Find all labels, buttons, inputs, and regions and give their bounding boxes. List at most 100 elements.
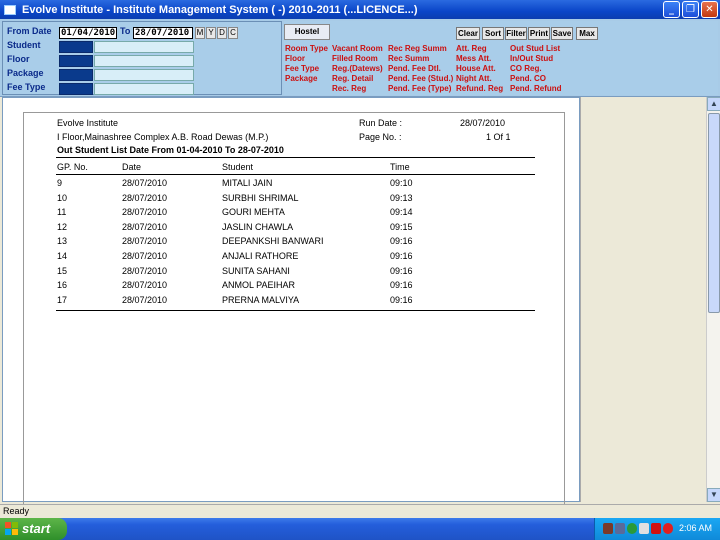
window-titlebar[interactable]: Evolve Institute - Institute Management … [0,0,720,19]
time-cell: 09:16 [390,265,413,276]
monitor-icon[interactable] [615,523,625,534]
package-name-field[interactable] [94,69,194,81]
menu-mess-att[interactable]: Mess Att. [456,54,503,64]
scroll-up-arrow-icon[interactable]: ▲ [707,97,720,111]
network-icon[interactable] [603,523,613,534]
max-button[interactable]: Max [576,27,598,40]
menu-pend-fee-type[interactable]: Pend. Fee (Type) [388,84,453,94]
clear-button[interactable]: Clear [456,27,480,40]
month-button[interactable]: M [195,27,205,39]
menu-vacant-room[interactable]: Vacant Room [332,44,383,54]
date-cell: 28/07/2010 [122,251,168,261]
menu-out-stud-list[interactable]: Out Stud List [510,44,562,54]
date-cell: 28/07/2010 [122,236,168,247]
from-date-field[interactable]: 01/04/2010 [59,27,117,39]
menu-rec-reg-summ[interactable]: Rec Reg Summ [388,44,453,54]
gp-no-cell: 15 [57,265,68,276]
menu-column-1: Room Type Floor Fee Type Package [285,44,328,84]
gp-no-cell: 10 [57,192,68,203]
col-student: Student [222,162,254,172]
date-cell: 28/07/2010 [122,265,168,276]
restore-button[interactable]: ❐ [682,1,699,18]
menu-att-reg[interactable]: Att. Reg [456,44,503,54]
antivirus-icon[interactable] [651,523,661,534]
scroll-down-arrow-icon[interactable]: ▼ [707,488,720,502]
filter-button[interactable]: Filter [505,27,527,40]
app-icon [4,4,16,15]
close-button[interactable]: ✕ [701,1,718,18]
student-cell: SURBHI SHRIMAL [222,192,299,203]
tray-app-icon[interactable] [639,523,649,534]
student-code-field[interactable] [59,41,93,53]
day-button[interactable]: D [217,27,227,39]
menu-pend-co[interactable]: Pend. CO [510,74,562,84]
menu-house-att[interactable]: House Att. [456,64,503,74]
floor-code-field[interactable] [59,55,93,67]
custom-button[interactable]: C [228,27,238,39]
time-cell: 09:16 [390,280,413,291]
institute-name: Evolve Institute [57,118,119,128]
menu-reg-detail[interactable]: Reg. Detail [332,74,383,84]
page-no-label: Page No. : [359,132,402,142]
student-cell: ANMOL PAEIHAR [222,280,296,291]
menu-refund-reg[interactable]: Refund. Reg [456,84,503,94]
to-date-field[interactable]: 28/07/2010 [133,27,193,39]
year-button[interactable]: Y [206,27,216,39]
minimize-button[interactable]: _ [663,1,680,18]
menu-filled-room[interactable]: Filled Room [332,54,383,64]
from-date-label: From Date [7,26,52,36]
table-row: 10 28/07/2010 SURBHI SHRIMAL 09:13 [57,193,517,207]
date-cell: 28/07/2010 [122,207,168,218]
col-time: Time [390,162,410,172]
table-row: 11 28/07/2010 GOURI MEHTA 09:14 [57,207,517,221]
menu-floor[interactable]: Floor [285,54,328,64]
save-button[interactable]: Save [551,27,573,40]
institute-address: I Floor,Mainashree Complex A.B. Road Dew… [57,132,269,142]
menu-rec-reg[interactable]: Rec. Reg [332,84,383,94]
security-icon[interactable] [663,523,673,534]
menu-pend-fee-stud[interactable]: Pend. Fee (Stud.) [388,74,453,84]
vertical-scrollbar[interactable]: ▲ ▼ [706,97,720,502]
menu-column-4: Att. Reg Mess Att. House Att. Night Att.… [456,44,503,94]
package-code-field[interactable] [59,69,93,81]
status-text: Ready [3,506,30,516]
table-bottom-rule [56,310,535,311]
green-app-icon[interactable] [627,523,637,534]
filter-panel: From Date 01/04/2010 To 28/07/2010 M Y D… [2,21,282,95]
time-cell: 09:13 [390,192,413,203]
time-cell: 09:15 [390,221,413,232]
header-rule-bottom [56,174,535,175]
fee-type-name-field[interactable] [94,83,194,95]
gp-no-cell: 14 [57,251,68,261]
floor-label: Floor [7,54,30,64]
date-cell: 28/07/2010 [122,192,168,203]
menu-room-type[interactable]: Room Type [285,44,328,54]
menu-package[interactable]: Package [285,74,328,84]
menu-rec-summ[interactable]: Rec Summ [388,54,453,64]
scroll-thumb[interactable] [708,113,720,313]
start-button[interactable]: start [0,518,67,540]
top-panel: From Date 01/04/2010 To 28/07/2010 M Y D… [0,19,720,97]
print-button[interactable]: Print [528,27,550,40]
gp-no-cell: 16 [57,280,68,291]
menu-pend-fee-dtl[interactable]: Pend. Fee Dtl. [388,64,453,74]
menu-fee-type[interactable]: Fee Type [285,64,328,74]
menu-column-2: Vacant Room Filled Room Reg.(Datews) Reg… [332,44,383,94]
page-no-value: 1 Of 1 [486,132,511,142]
menu-in-out-stud[interactable]: In/Out Stud [510,54,562,64]
floor-name-field[interactable] [94,55,194,67]
fee-type-code-field[interactable] [59,83,93,95]
date-cell: 28/07/2010 [122,280,168,291]
gp-no-cell: 12 [57,221,68,232]
student-row: Student [7,40,207,53]
student-name-field[interactable] [94,41,194,53]
menu-reg-datews[interactable]: Reg.(Datews) [332,64,383,74]
taskbar: start 2:06 AM [0,518,720,540]
student-cell: SUNITA SAHANI [222,265,290,276]
sort-button[interactable]: Sort [482,27,504,40]
menu-night-att[interactable]: Night Att. [456,74,503,84]
menu-pend-refund[interactable]: Pend. Refund [510,84,562,94]
menu-co-reg[interactable]: CO Reg. [510,64,562,74]
tab-hostel[interactable]: Hostel [284,24,330,40]
table-row: 15 28/07/2010 SUNITA SAHANI 09:16 [57,266,517,280]
